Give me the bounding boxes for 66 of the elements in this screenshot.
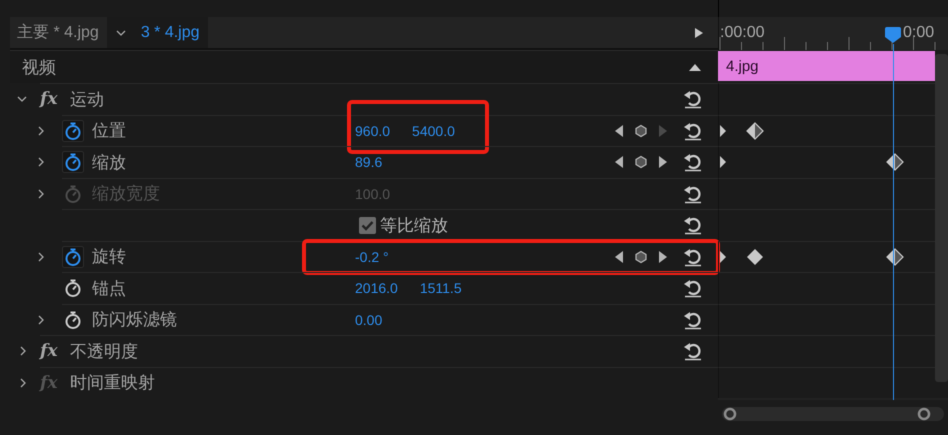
next-keyframe-icon[interactable] [658,155,668,170]
property-name: 缩放 [92,152,126,174]
section-title: 视频 [22,56,56,78]
chevron-right-icon[interactable] [36,156,46,168]
effect-name[interactable]: 不透明度 [70,340,138,363]
previous-keyframe-icon[interactable] [614,155,624,170]
add-keyframe-icon[interactable] [635,250,647,264]
chevron-down-icon[interactable] [16,94,28,104]
keyframe-lane[interactable] [718,240,935,272]
reset-icon[interactable] [682,215,704,236]
tab[interactable]: 3 * 4.jpg [106,17,208,48]
timecode: :00:00 [720,24,764,42]
property-name: 锚点 [92,278,126,300]
fx-badge[interactable]: fx [40,341,70,362]
chevron-right-icon[interactable] [36,250,46,263]
reset-icon[interactable] [682,278,704,298]
fx-badge[interactable]: fx [40,89,70,110]
chevron-right-icon[interactable] [18,345,28,358]
chevron-right-icon[interactable] [36,124,46,137]
keyframe-arrow-icon [720,250,727,264]
property-name: 位置 [92,120,126,142]
add-keyframe-icon[interactable] [635,155,647,170]
keyframe-arrow-icon [720,155,727,170]
chevron-down-icon[interactable] [114,28,127,38]
check-icon [361,220,374,231]
reset-icon[interactable] [682,120,704,141]
keyframe-lane[interactable] [718,114,935,146]
vertical-scrollbar[interactable] [935,54,948,382]
reset-icon[interactable] [682,310,704,330]
timecode: 0:00 [903,24,934,42]
effect-name[interactable]: 运动 [70,88,104,111]
reset-icon[interactable] [682,246,704,267]
checkbox-label: 等比缩放 [380,214,448,237]
chevron-right-icon[interactable] [18,376,28,389]
next-keyframe-icon[interactable] [658,250,668,264]
value-field[interactable]: 0.00 [355,312,382,328]
clip-name: 4.jpg [726,58,759,74]
reset-icon[interactable] [682,89,704,110]
tab[interactable]: 主要 * 4.jpg [10,17,107,48]
stopwatch-icon[interactable] [62,120,84,142]
value-field[interactable]: 89.6 [355,154,382,170]
keyframe-diamond-icon[interactable] [746,122,764,140]
previous-keyframe-icon[interactable] [614,124,624,138]
playhead-handle[interactable] [884,27,902,44]
property-name: 缩放宽度 [92,183,160,206]
add-keyframe-icon[interactable] [635,124,647,138]
previous-keyframe-icon[interactable] [614,250,624,264]
keyframe-arrow-icon [720,124,727,138]
keyframe-diamond-icon[interactable] [746,248,764,266]
property-name: 防闪烁滤镜 [92,309,177,332]
effect-name[interactable]: 时间重映射 [70,371,155,394]
reset-icon[interactable] [682,152,704,172]
value-field[interactable]: -0.2 ° [355,248,389,265]
checkbox[interactable] [359,216,376,234]
stopwatch-icon[interactable] [62,246,84,268]
value-field[interactable]: 960.0 [355,122,390,139]
chevron-right-icon[interactable] [36,314,46,326]
reset-icon[interactable] [682,184,704,204]
value-field[interactable]: 2016.0 [355,280,398,296]
property-name: 旋转 [92,246,126,268]
stopwatch-icon[interactable] [62,151,84,174]
value-field[interactable]: 5400.0 [412,122,455,139]
value-field[interactable]: 1511.5 [420,280,462,296]
clip-bar[interactable]: 4.jpg [718,51,935,81]
reset-icon[interactable] [682,341,704,362]
keyframe-lane[interactable] [718,146,935,178]
